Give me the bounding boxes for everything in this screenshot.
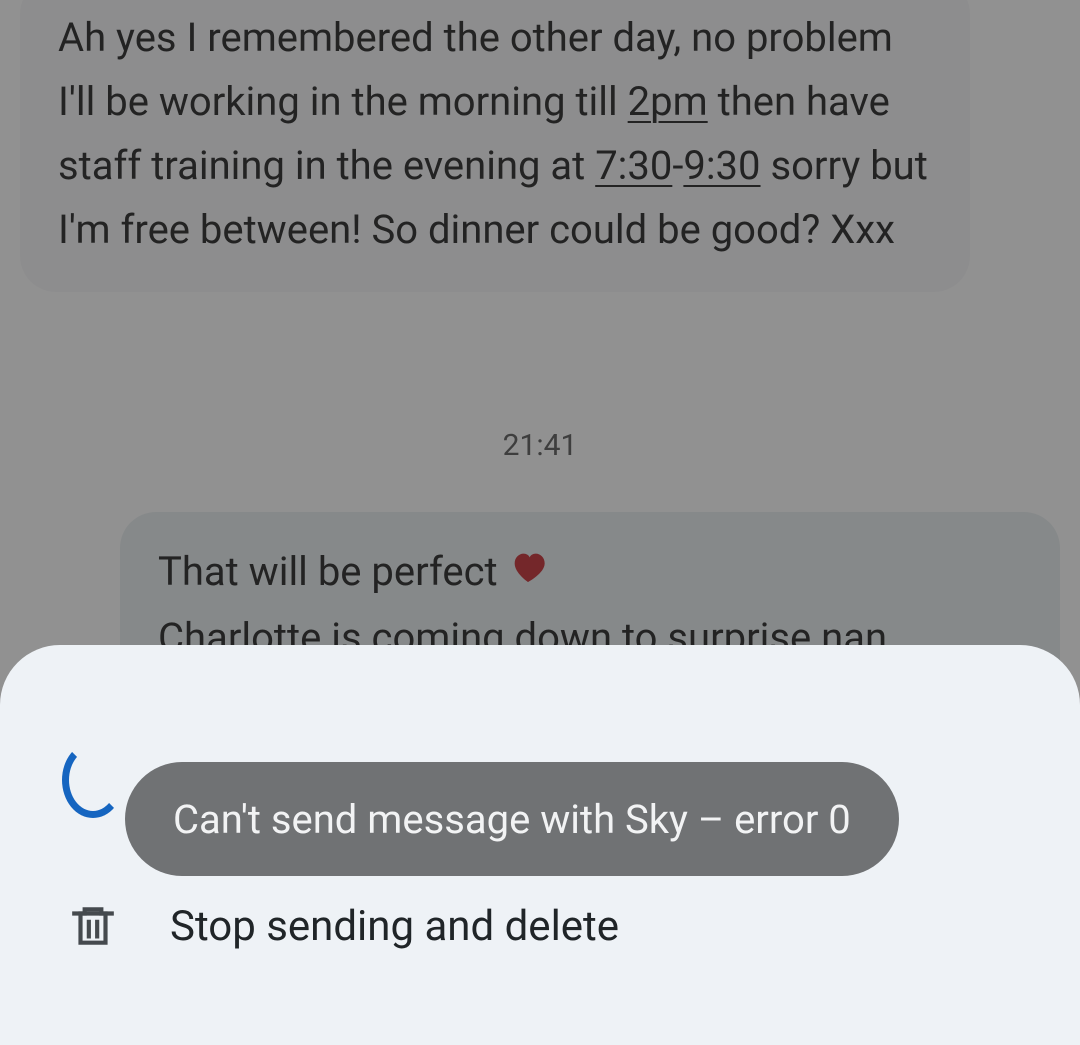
error-toast: Can't send message with Sky – error 0 bbox=[125, 762, 899, 876]
spinner-icon bbox=[62, 749, 124, 811]
toast-text: Can't send message with Sky – error 0 bbox=[173, 796, 851, 843]
trash-icon bbox=[62, 895, 124, 957]
stop-delete-label: Stop sending and delete bbox=[170, 902, 619, 951]
